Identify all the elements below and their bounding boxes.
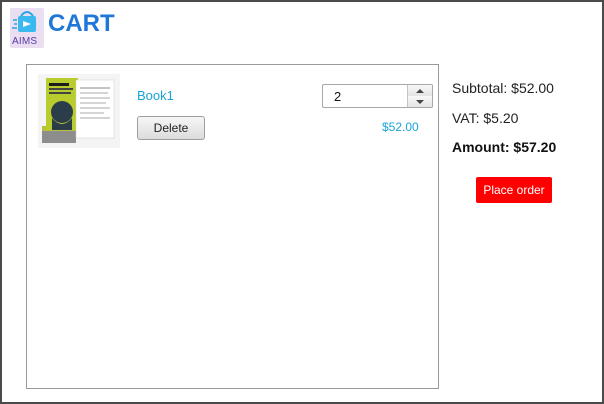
arrow-up-icon <box>416 88 424 93</box>
quantity-value[interactable]: 2 <box>334 89 341 104</box>
cart-window: AIMS CART Book1 Delete 2 $52.00 Subtotal… <box>0 0 604 404</box>
shopping-bag-icon <box>12 11 36 32</box>
page-title: CART <box>48 10 115 37</box>
cart-items-list[interactable]: Book1 Delete 2 $52.00 <box>26 64 439 389</box>
decrement-button[interactable] <box>408 96 432 107</box>
item-price: $52.00 <box>382 120 419 134</box>
logo-text: AIMS <box>12 36 38 47</box>
quantity-spin-buttons <box>407 85 432 107</box>
item-title-link[interactable]: Book1 <box>137 88 174 103</box>
quantity-stepper[interactable]: 2 <box>322 84 433 108</box>
aims-logo: AIMS <box>10 8 44 48</box>
arrow-down-icon <box>416 99 424 104</box>
delete-button[interactable]: Delete <box>137 116 205 140</box>
vat-text: VAT: $5.20 <box>452 110 519 126</box>
subtotal-text: Subtotal: $52.00 <box>452 80 554 96</box>
book-cover-image <box>38 74 120 148</box>
amount-text: Amount: $57.20 <box>452 139 557 155</box>
place-order-button[interactable]: Place order <box>476 177 552 203</box>
